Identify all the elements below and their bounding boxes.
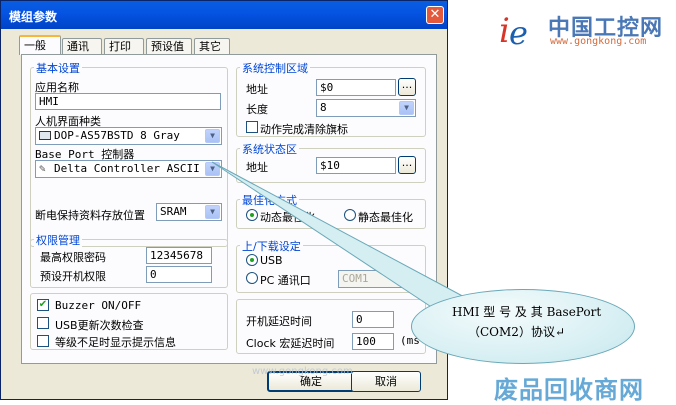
- watermark-url: www.gongkong.com: [550, 36, 647, 47]
- watermark-bottom-url: www.gongkong.com: [252, 366, 353, 377]
- callout-line-1: HMI 型 号 及 其 BasePort: [452, 305, 602, 319]
- callout-tail: [211, 161, 471, 319]
- svg-text:e: e: [509, 14, 528, 50]
- callout-line-2: （COM2）协议↵: [468, 325, 565, 339]
- gongkong-logo-icon: i e: [499, 11, 528, 50]
